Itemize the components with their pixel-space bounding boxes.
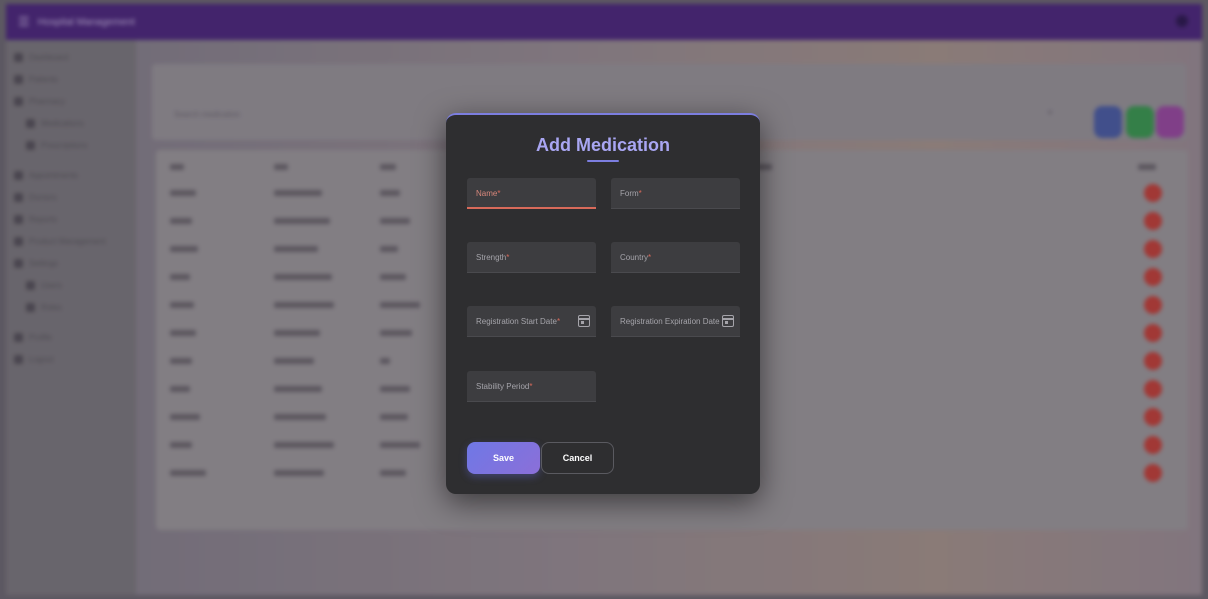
stability-period-label: Stability Period*	[476, 382, 532, 391]
strength-label: Strength*	[476, 253, 509, 262]
registration-start-date-field[interactable]: Registration Start Date*	[467, 306, 596, 337]
calendar-icon[interactable]	[722, 315, 734, 327]
required-mark: *	[648, 253, 652, 262]
registration-start-date-label-text: Registration Start Date	[476, 317, 557, 326]
form-label-text: Form	[620, 189, 639, 198]
form-field[interactable]: Form*	[611, 178, 740, 209]
strength-field[interactable]: Strength*	[467, 242, 596, 273]
country-label: Country*	[620, 253, 651, 262]
strength-label-text: Strength	[476, 253, 507, 262]
stability-period-field[interactable]: Stability Period*	[467, 371, 596, 402]
cancel-button[interactable]: Cancel	[541, 442, 614, 474]
title-underline	[587, 160, 619, 162]
calendar-icon[interactable]	[578, 315, 590, 327]
form-label: Form*	[620, 189, 642, 198]
save-button[interactable]: Save	[467, 442, 540, 474]
name-label-text: Name	[476, 189, 498, 198]
registration-expiration-date-field[interactable]: Registration Expiration Date	[611, 306, 740, 337]
required-mark: *	[638, 189, 642, 198]
stability-period-label-text: Stability Period	[476, 382, 530, 391]
dialog-title: Add Medication	[536, 135, 670, 155]
registration-expiration-date-label-text: Registration Expiration Date	[620, 317, 720, 326]
required-mark: *	[556, 317, 561, 326]
name-label: Name*	[476, 189, 500, 198]
required-mark: *	[497, 189, 501, 198]
name-field[interactable]: Name*	[467, 178, 596, 209]
country-label-text: Country	[620, 253, 649, 262]
add-medication-dialog: Add Medication Name* Form* Strength* Cou…	[446, 113, 760, 494]
registration-start-date-label: Registration Start Date*	[476, 317, 560, 326]
required-mark: *	[506, 253, 510, 262]
country-field[interactable]: Country*	[611, 242, 740, 273]
required-mark: *	[529, 382, 533, 391]
registration-expiration-date-label: Registration Expiration Date	[620, 317, 720, 326]
